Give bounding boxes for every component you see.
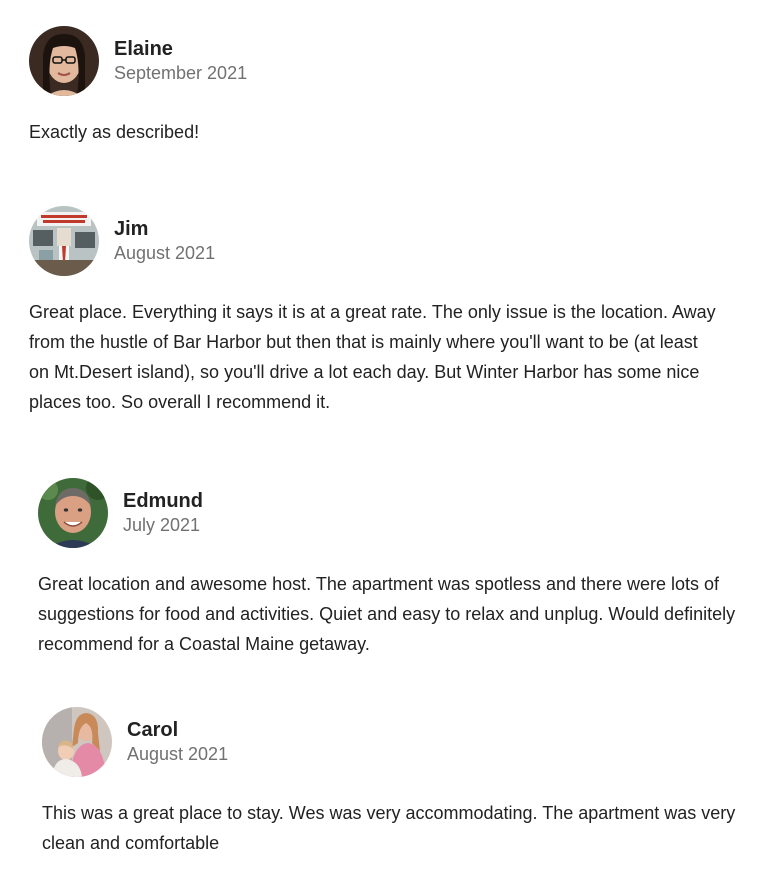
reviewer-info: Edmund July 2021	[123, 489, 203, 537]
review-text: Great location and awesome host. The apa…	[38, 574, 736, 654]
review-header: Jim August 2021	[29, 206, 749, 276]
review-text: Exactly as described!	[29, 122, 200, 142]
review-item: Jim August 2021 Great place. Everything …	[29, 206, 749, 417]
review-date: July 2021	[123, 515, 201, 535]
review-header: Edmund July 2021	[38, 478, 758, 548]
review-item: Edmund July 2021 Great location and awes…	[38, 478, 758, 659]
reviewer-avatar[interactable]	[42, 707, 112, 777]
review-header: Elaine September 2021	[29, 26, 749, 96]
reviewer-info: Carol August 2021	[127, 718, 228, 766]
review-item: Elaine September 2021 Exactly as describ…	[29, 26, 749, 147]
reviewer-info: Jim August 2021	[114, 217, 215, 265]
reviewer-name[interactable]: Edmund	[123, 489, 203, 513]
reviewer-avatar[interactable]	[29, 206, 99, 276]
review-date: August 2021	[127, 744, 229, 764]
reviewer-name[interactable]: Elaine	[114, 37, 247, 61]
review-text: This was a great place to stay. Wes was …	[42, 803, 736, 853]
reviewer-name[interactable]: Jim	[114, 217, 215, 241]
reviewer-avatar[interactable]	[38, 478, 108, 548]
reviewer-info: Elaine September 2021	[114, 37, 247, 85]
review-header: Carol August 2021	[42, 707, 762, 777]
reviewer-name[interactable]: Carol	[127, 718, 228, 742]
review-date: August 2021	[114, 243, 216, 263]
review-date: September 2021	[114, 63, 248, 83]
review-text: Great place. Everything it says it is at…	[29, 302, 716, 412]
reviewer-avatar[interactable]	[29, 26, 99, 96]
review-item: Carol August 2021 This was a great place…	[42, 707, 762, 858]
